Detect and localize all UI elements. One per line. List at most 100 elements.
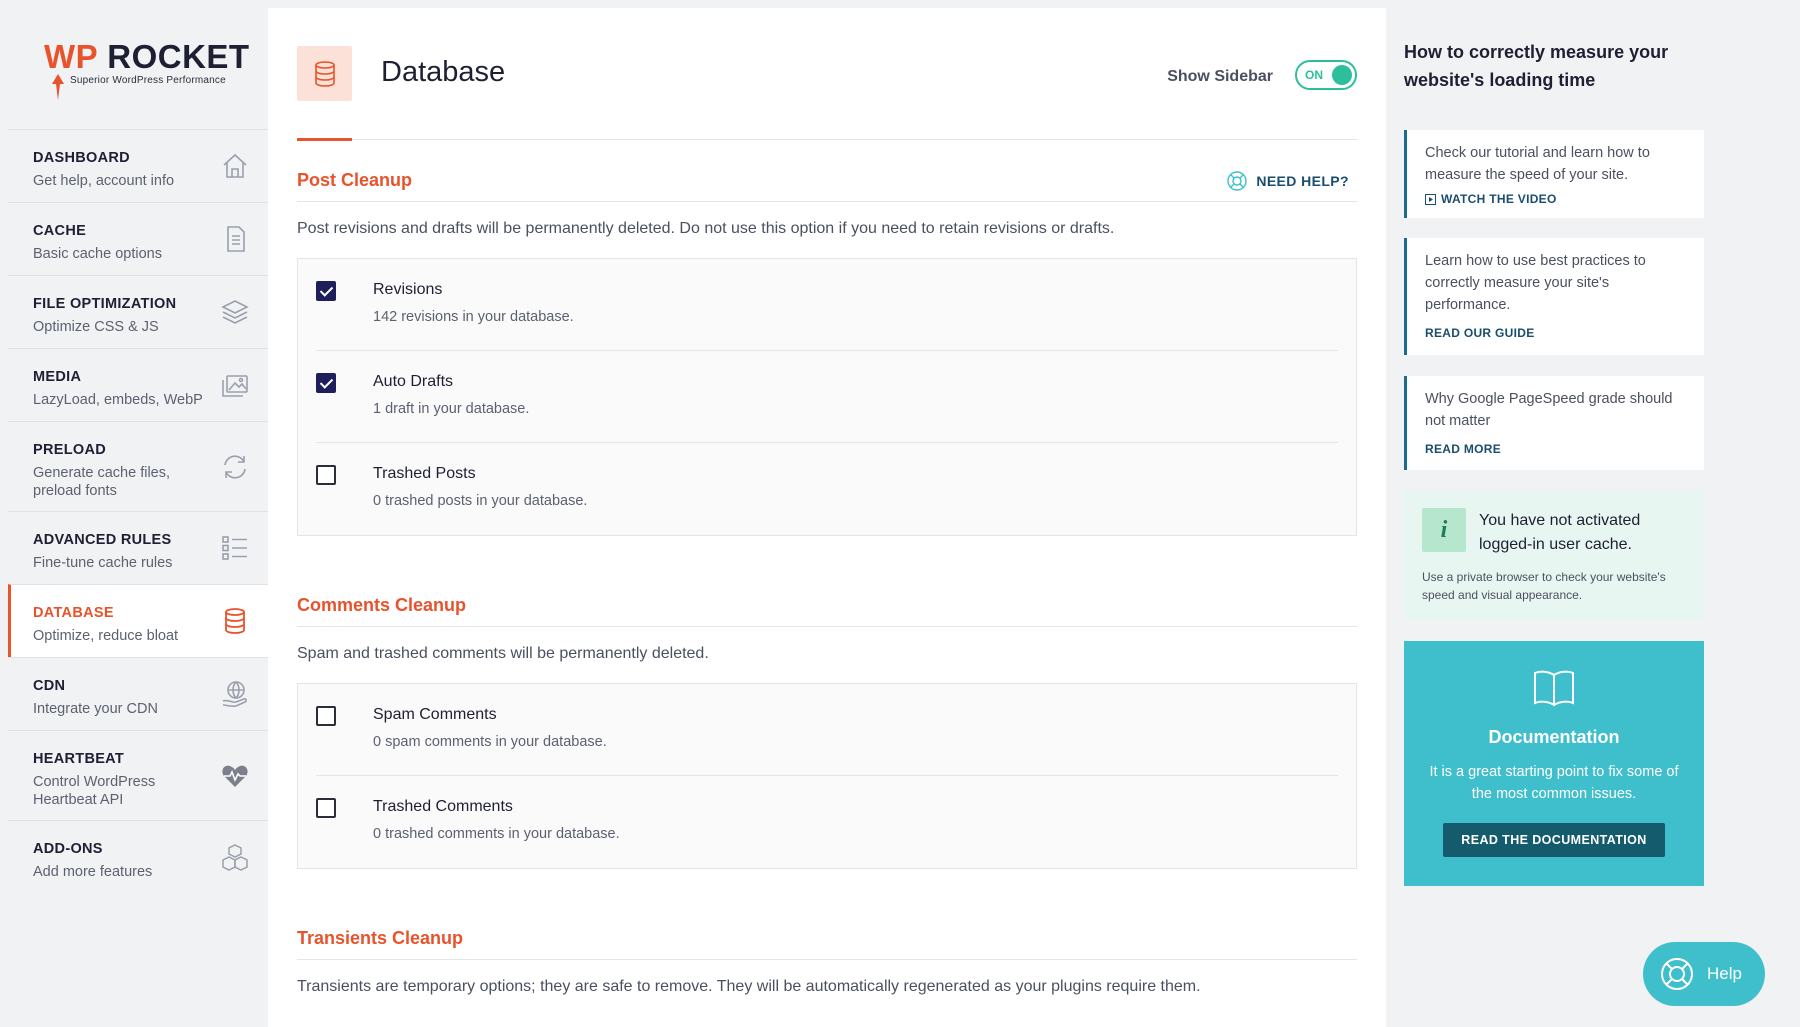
section-title: Transients Cleanup (297, 928, 464, 948)
heartbeat-icon (222, 765, 248, 787)
nav-title: ADVANCED RULES (33, 532, 172, 548)
tip-text: Learn how to use best practices to corre… (1425, 253, 1646, 313)
sidebar-item-database[interactable]: DATABASE Optimize, reduce bloat (8, 584, 268, 657)
revisions-checkbox[interactable] (316, 281, 336, 301)
section-header: Transients Cleanup (297, 920, 1357, 960)
nav-subtitle: Basic cache options (33, 246, 162, 262)
options-box: Revisions 142 revisions in your database… (297, 258, 1357, 536)
sidebar-item-dashboard[interactable]: DASHBOARD Get help, account info (8, 129, 268, 202)
cubes-icon (222, 844, 248, 871)
nav-title: MEDIA (33, 369, 82, 385)
sidebar-item-advanced-rules[interactable]: ADVANCED RULES Fine-tune cache rules (8, 511, 268, 584)
trashed-comments-checkbox[interactable] (316, 798, 336, 818)
tip-text: Check our tutorial and learn how to meas… (1425, 145, 1650, 183)
nav-title: CACHE (33, 223, 87, 239)
tip-link-label: READ MORE (1425, 442, 1502, 456)
logo-tagline: Superior WordPress Performance (70, 75, 226, 86)
nav-title: ADD-ONS (33, 841, 103, 857)
layers-icon (221, 300, 249, 324)
nav-title: CDN (33, 678, 66, 694)
option-count: 0 trashed posts in your database. (373, 493, 588, 509)
database-icon (225, 608, 245, 634)
house-icon (223, 153, 247, 178)
option-count: 0 trashed comments in your database. (373, 826, 620, 842)
option-label: Trashed Comments (373, 798, 513, 815)
read-guide-link[interactable]: READ OUR GUIDE (1425, 326, 1535, 340)
sidebar-item-file-optimization[interactable]: FILE OPTIMIZATION Optimize CSS & JS (8, 275, 268, 348)
tip-text: Why Google PageSpeed grade should not ma… (1425, 391, 1673, 429)
option-trashed-comments: Trashed Comments 0 trashed comments in y… (316, 776, 1338, 868)
nav-title: DATABASE (33, 605, 114, 621)
tip-card-video: Check our tutorial and learn how to meas… (1404, 130, 1704, 218)
need-help-label: NEED HELP? (1256, 173, 1349, 189)
left-sidebar: WP ROCKET Superior WordPress Performance… (8, 8, 268, 1027)
section-header: Comments Cleanup (297, 587, 1357, 627)
need-help-link[interactable]: NEED HELP? (1226, 170, 1349, 192)
transients-cleanup-section: Transients Cleanup Transients are tempor… (297, 920, 1357, 996)
option-label: Auto Drafts (373, 373, 454, 390)
nav-title: HEARTBEAT (33, 751, 125, 767)
sidebar-item-preload[interactable]: PRELOAD Generate cache files, preload fo… (8, 421, 268, 511)
option-label: Trashed Posts (373, 465, 476, 482)
documentation-text: It is a great starting point to fix some… (1429, 764, 1679, 802)
nav-subtitle: Get help, account info (33, 173, 175, 189)
sidebar-item-cache[interactable]: CACHE Basic cache options (8, 202, 268, 275)
section-description: Transients are temporary options; they a… (297, 978, 1201, 995)
nav-subtitle: Add more features (33, 864, 153, 880)
option-revisions: Revisions 142 revisions in your database… (316, 259, 1338, 351)
post-cleanup-section: Post Cleanup NEED HELP? Post revisions a… (297, 162, 1357, 536)
sidebar-item-heartbeat[interactable]: HEARTBEAT Control WordPress Heartbeat AP… (8, 730, 268, 820)
sidebar-item-cdn[interactable]: CDN Integrate your CDN (8, 657, 268, 730)
option-count: 142 revisions in your database. (373, 309, 574, 325)
page-title: Database (381, 56, 506, 88)
lifebuoy-icon (1661, 958, 1693, 990)
watch-video-link[interactable]: WATCH THE VIDEO (1425, 192, 1557, 206)
sidebar-item-add-ons[interactable]: ADD-ONS Add more features (8, 820, 268, 893)
nav-subtitle: Integrate your CDN (33, 701, 158, 717)
auto-drafts-checkbox[interactable] (316, 373, 336, 393)
database-icon (314, 60, 335, 87)
notice-title: You have not activated logged-in user ca… (1479, 512, 1641, 553)
main-content: Database Show Sidebar ON Post Cleanup NE… (268, 8, 1386, 1027)
notice-text: Use a private browser to check your webs… (1422, 570, 1666, 602)
right-sidebar: How to correctly measure your website's … (1386, 0, 1800, 1027)
sidebar-item-media[interactable]: MEDIA LazyLoad, embeds, WebP (8, 348, 268, 421)
read-documentation-button[interactable]: READ THE DOCUMENTATION (1443, 823, 1665, 857)
flame-icon (52, 74, 64, 100)
option-label: Spam Comments (373, 706, 497, 723)
option-spam-comments: Spam Comments 0 spam comments in your da… (316, 684, 1338, 776)
section-header: Post Cleanup NEED HELP? (297, 162, 1357, 202)
section-title: Comments Cleanup (297, 595, 467, 615)
logged-in-cache-notice: i You have not activated logged-in user … (1404, 490, 1704, 620)
section-title: Post Cleanup (297, 170, 413, 190)
trashed-posts-checkbox[interactable] (316, 465, 336, 485)
refresh-icon (224, 454, 246, 479)
help-label: Help (1707, 964, 1742, 983)
wp-rocket-logo[interactable]: WP ROCKET Superior WordPress Performance (8, 8, 268, 129)
page-header: Database Show Sidebar ON (297, 46, 1357, 141)
logo-rocket-text: ROCKET (107, 38, 250, 75)
tip-link-label: WATCH THE VIDEO (1441, 192, 1557, 206)
documentation-title: Documentation (1488, 727, 1620, 747)
option-count: 1 draft in your database. (373, 401, 530, 417)
header-underline (297, 138, 352, 141)
nav-title: FILE OPTIMIZATION (33, 296, 177, 312)
comments-cleanup-section: Comments Cleanup Spam and trashed commen… (297, 587, 1357, 869)
show-sidebar-toggle[interactable]: ON (1295, 60, 1357, 90)
images-icon (222, 375, 248, 397)
option-trashed-posts: Trashed Posts 0 trashed posts in your da… (316, 443, 1338, 535)
option-count: 0 spam comments in your database. (373, 734, 607, 750)
option-label: Revisions (373, 281, 443, 298)
nav-title: PRELOAD (33, 442, 106, 458)
nav-subtitle: Fine-tune cache rules (33, 555, 173, 571)
help-button[interactable]: Help (1643, 942, 1765, 1006)
read-more-link[interactable]: READ MORE (1425, 442, 1501, 456)
tip-card-pagespeed: Why Google PageSpeed grade should not ma… (1404, 376, 1704, 470)
spam-comments-checkbox[interactable] (316, 706, 336, 726)
document-icon (227, 226, 245, 252)
nav-subtitle: Generate cache files, preload fonts (33, 465, 171, 499)
lifebuoy-icon (1227, 171, 1248, 191)
nav-subtitle: Optimize CSS & JS (33, 319, 159, 335)
options-box: Spam Comments 0 spam comments in your da… (297, 683, 1357, 869)
tip-card-guide: Learn how to use best practices to corre… (1404, 238, 1704, 355)
